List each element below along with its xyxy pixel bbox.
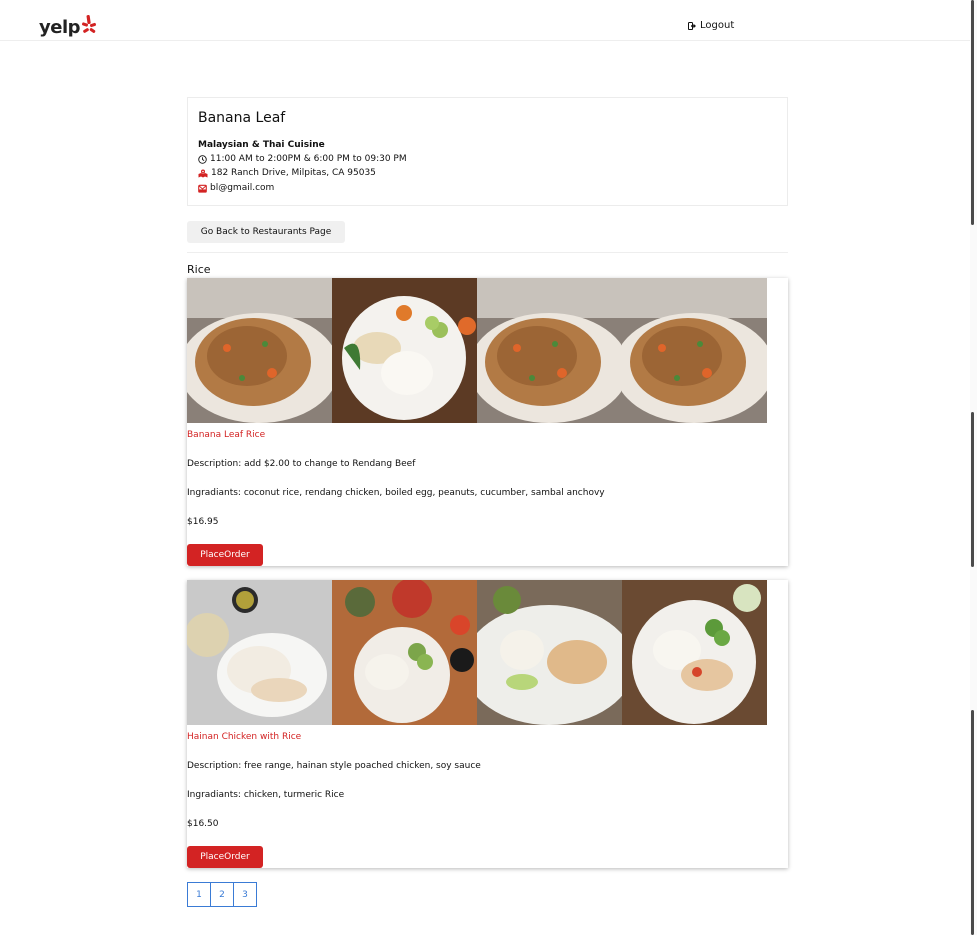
map-marker-icon — [198, 169, 208, 177]
dish-card: Banana Leaf Rice Description: add $2.00 … — [187, 278, 788, 566]
restaurant-name: Banana Leaf — [198, 110, 286, 126]
pagination: 1 2 3 — [187, 882, 257, 907]
dish-photo-hainan-4 — [622, 580, 767, 725]
dish-price: $16.95 — [187, 517, 219, 527]
place-order-button[interactable]: PlaceOrder — [187, 846, 263, 868]
dish-photo-fried-rice-2 — [477, 278, 622, 423]
logout-link[interactable]: Logout — [688, 20, 734, 31]
hours-line: 11:00 AM to 2:00PM & 6:00 PM to 09:30 PM — [198, 154, 407, 164]
dish-description: Description: add $2.00 to change to Rend… — [187, 459, 416, 469]
dish-name[interactable]: Hainan Chicken with Rice — [187, 732, 301, 742]
scrollbar-thumb-secondary[interactable] — [971, 412, 974, 567]
top-navbar: yelp Logout — [0, 0, 970, 41]
back-to-restaurants-button[interactable]: Go Back to Restaurants Page — [187, 221, 345, 243]
logo-text: yelp — [39, 17, 81, 38]
dish-photo-fried-rice-3 — [622, 278, 767, 423]
dish-price: $16.50 — [187, 819, 219, 829]
clock-icon — [198, 154, 207, 164]
hours-text: 11:00 AM to 2:00PM & 6:00 PM to 09:30 PM — [210, 154, 407, 164]
restaurant-info-card: Banana Leaf Malaysian & Thai Cuisine 11:… — [187, 97, 788, 206]
menu-category-title: Rice — [187, 263, 211, 276]
place-order-button[interactable]: PlaceOrder — [187, 544, 263, 566]
page-link-3[interactable]: 3 — [233, 882, 257, 907]
dish-ingredients: Ingradiants: coconut rice, rendang chick… — [187, 488, 605, 498]
address-text: 182 Ranch Drive, Milpitas, CA 95035 — [211, 168, 376, 178]
page-link-2[interactable]: 2 — [210, 882, 234, 907]
logout-label: Logout — [700, 20, 735, 31]
email-line: bl@gmail.com — [198, 183, 274, 193]
dish-image-gallery — [187, 278, 767, 423]
email-text: bl@gmail.com — [210, 183, 275, 193]
cuisine-text: Malaysian & Thai Cuisine — [198, 140, 325, 150]
scrollbar-thumb-tertiary[interactable] — [971, 710, 974, 935]
dish-photo-chicken-rice — [332, 278, 477, 423]
dish-description: Description: free range, hainan style po… — [187, 761, 481, 771]
dish-photo-hainan-2 — [332, 580, 477, 725]
dish-photo-hainan-1 — [187, 580, 332, 725]
dish-image-gallery — [187, 580, 767, 725]
cuisine-line: Malaysian & Thai Cuisine — [198, 140, 325, 150]
address-line: 182 Ranch Drive, Milpitas, CA 95035 — [198, 168, 376, 178]
yelp-logo[interactable]: yelp — [39, 13, 96, 43]
dish-photo-hainan-3 — [477, 580, 622, 725]
yelp-burst-icon — [82, 15, 96, 33]
dish-ingredients: Ingradiants: chicken, turmeric Rice — [187, 790, 345, 800]
dish-name[interactable]: Banana Leaf Rice — [187, 430, 265, 440]
sign-out-icon — [688, 21, 696, 30]
scrollbar-thumb[interactable] — [971, 0, 974, 225]
envelope-icon — [198, 184, 207, 193]
section-divider — [187, 252, 788, 253]
page-link-1[interactable]: 1 — [187, 882, 211, 907]
dish-card: Hainan Chicken with Rice Description: fr… — [187, 580, 788, 868]
dish-photo-fried-rice — [187, 278, 332, 423]
